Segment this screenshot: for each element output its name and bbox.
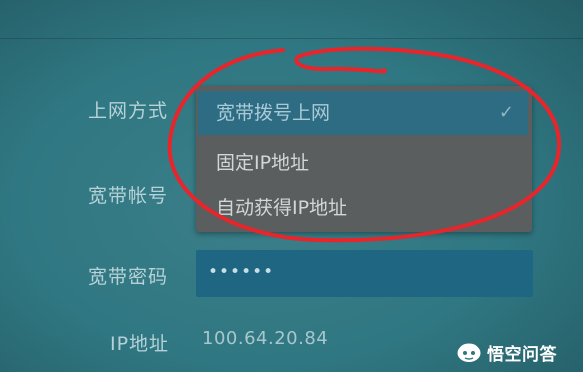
option-label: 自动获得IP地址 bbox=[216, 197, 348, 219]
password-input[interactable]: •••••• bbox=[196, 250, 533, 297]
connection-type-label: 上网方式 bbox=[88, 100, 169, 122]
checkmark-icon: ✓ bbox=[498, 102, 514, 123]
option-label: 固定IP地址 bbox=[216, 152, 310, 174]
ip-address-value: 100.64.20.84 bbox=[202, 328, 329, 349]
option-dhcp[interactable]: 自动获得IP地址 bbox=[198, 186, 528, 230]
connection-type-dropdown[interactable]: 宽带拨号上网 ✓ 固定IP地址 自动获得IP地址 bbox=[196, 86, 532, 232]
account-label: 宽带帐号 bbox=[88, 185, 169, 207]
wukong-logo-icon bbox=[457, 343, 481, 362]
wukong-watermark: 悟空问答 bbox=[456, 338, 557, 366]
header-divider bbox=[0, 38, 583, 39]
option-static-ip[interactable]: 固定IP地址 bbox=[198, 141, 528, 185]
watermark-text: 悟空问答 bbox=[487, 344, 557, 365]
password-mask: •••••• bbox=[208, 262, 275, 282]
password-label: 宽带密码 bbox=[88, 266, 169, 288]
ip-address-label: IP地址 bbox=[110, 333, 170, 355]
option-label: 宽带拨号上网 bbox=[216, 102, 331, 124]
option-pppoe[interactable]: 宽带拨号上网 ✓ bbox=[198, 91, 528, 135]
